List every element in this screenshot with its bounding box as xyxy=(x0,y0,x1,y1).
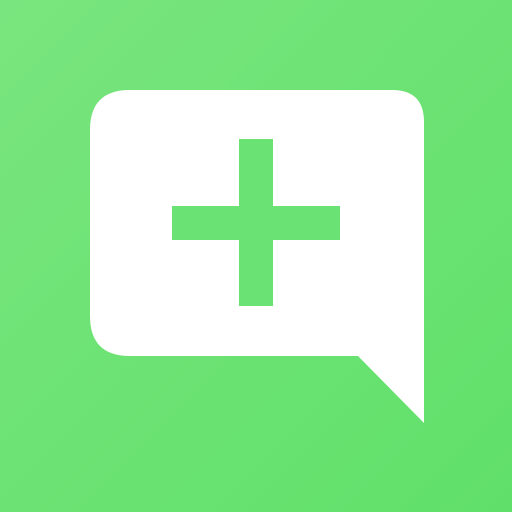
add-message-icon xyxy=(0,0,512,512)
app-icon[interactable] xyxy=(0,0,512,512)
